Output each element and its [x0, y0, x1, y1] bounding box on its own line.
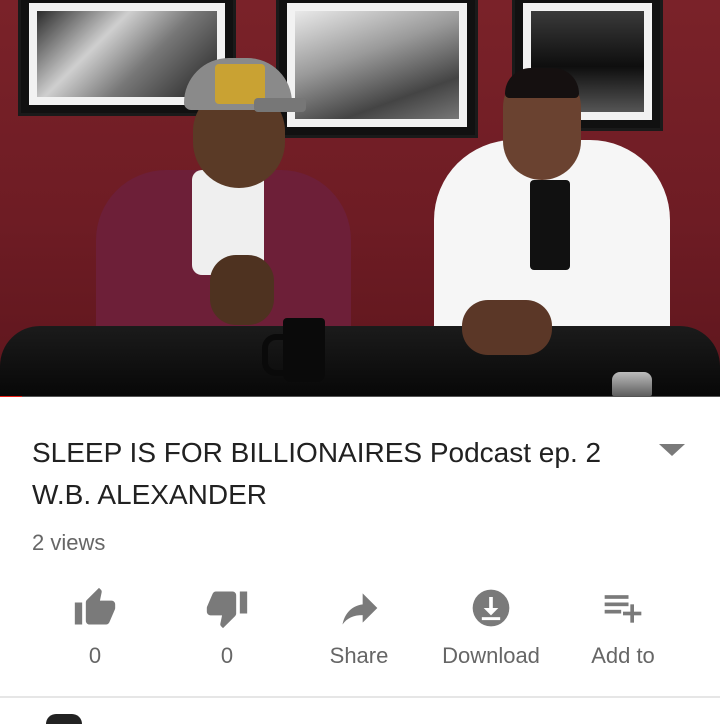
- like-button[interactable]: 0: [30, 580, 160, 670]
- guest-right-shirt: [530, 180, 570, 270]
- guest-right-hands: [462, 300, 552, 355]
- share-label: Share: [329, 643, 389, 668]
- thumbs-up-icon: [74, 587, 116, 625]
- download-button[interactable]: Download: [426, 580, 556, 670]
- guest-right-hair: [505, 68, 579, 98]
- download-icon: [472, 589, 510, 627]
- like-count: 0: [88, 643, 102, 668]
- wall-photo-beach: [276, 0, 478, 138]
- video-progress-bar[interactable]: [0, 396, 720, 397]
- add-to-label: Add to: [591, 643, 655, 668]
- share-icon: [342, 593, 378, 625]
- video-player[interactable]: [0, 0, 720, 397]
- cap-brim: [254, 98, 306, 112]
- dislike-count: 0: [220, 643, 234, 668]
- black-mug: [283, 318, 325, 382]
- dislike-button[interactable]: 0: [162, 580, 292, 670]
- section-divider: [0, 696, 720, 698]
- channel-avatar[interactable]: [46, 714, 82, 724]
- add-to-playlist-icon: [604, 595, 642, 623]
- share-button[interactable]: Share: [294, 580, 424, 670]
- add-to-button[interactable]: Add to: [558, 580, 688, 670]
- thumbs-down-icon: [206, 591, 248, 629]
- video-title: SLEEP IS FOR BILLIONAIRES Podcast ep. 2 …: [32, 437, 602, 510]
- action-bar: 0 0 Share Download Add to: [30, 580, 690, 670]
- chevron-down-icon[interactable]: [655, 440, 689, 460]
- video-progress-fill: [0, 396, 22, 397]
- host-left-hands: [210, 255, 274, 325]
- download-label: Download: [442, 643, 540, 668]
- metal-cup: [612, 372, 652, 396]
- view-count: 2 views: [32, 530, 106, 555]
